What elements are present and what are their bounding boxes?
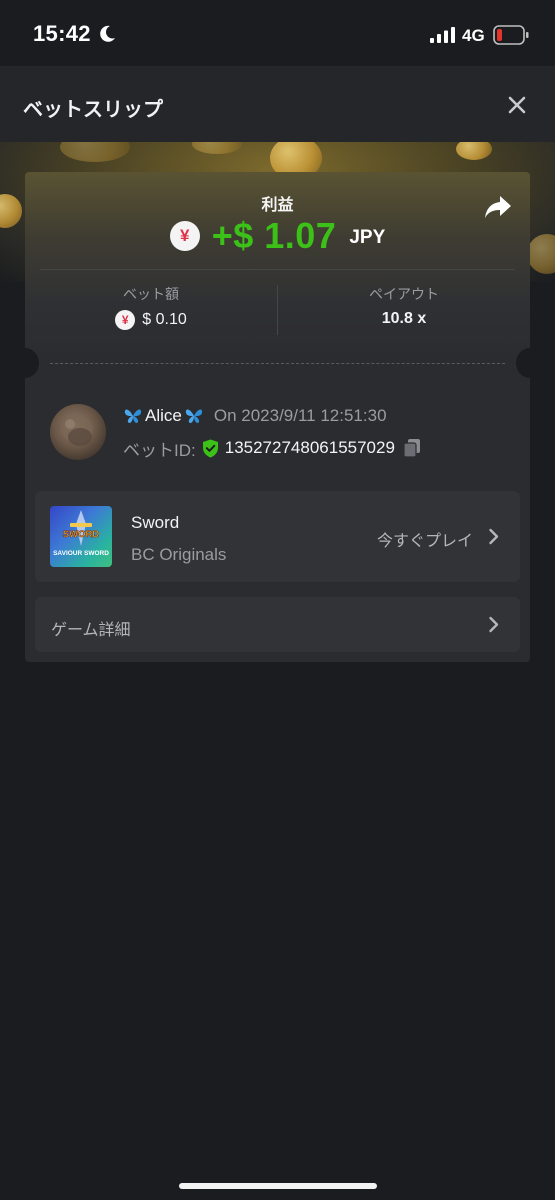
- payout-stat: ペイアウト 10.8 x: [278, 284, 530, 328]
- chevron-right-icon: [489, 616, 499, 633]
- payout-label: ペイアウト: [369, 286, 439, 302]
- yen-icon: ¥: [115, 310, 136, 330]
- dashed-divider: [50, 363, 505, 364]
- close-icon[interactable]: [505, 93, 529, 117]
- profit-amount: +$ 1.07: [211, 215, 337, 256]
- game-thumbnail: SWORD SAVIOUR SWORD: [50, 506, 112, 567]
- bet-slip-card: 利益 ¥ +$ 1.07 JPY ベット額 ¥ $ 0.10 ペイアウト 10.…: [11, 172, 544, 662]
- status-time: 15:42: [33, 21, 91, 46]
- avatar[interactable]: [50, 404, 106, 460]
- bet-amount-label: ベット額: [123, 286, 179, 302]
- yen-icon: ¥: [169, 221, 200, 251]
- butterfly-icon: [124, 409, 142, 423]
- shield-check-icon: [202, 439, 218, 457]
- moon-icon: [100, 25, 115, 42]
- copy-icon[interactable]: [403, 438, 421, 458]
- profit-currency: JPY: [349, 227, 386, 248]
- game-thumb-title: SWORD: [63, 529, 100, 540]
- game-row[interactable]: SWORD SAVIOUR SWORD Sword BC Originals 今…: [35, 491, 520, 582]
- network-label: 4G: [462, 26, 485, 45]
- bet-amount-stat: ベット額 ¥ $ 0.10: [25, 284, 277, 330]
- coin-decoration: [527, 234, 555, 274]
- share-icon[interactable]: [484, 194, 512, 220]
- game-thumb-subtitle: SAVIOUR SWORD: [53, 550, 109, 557]
- ticket-notch: [11, 348, 39, 378]
- avatar-image: [61, 415, 93, 446]
- bet-timestamp: On 2023/9/11 12:51:30: [213, 406, 387, 425]
- coin-decoration: [0, 194, 22, 228]
- status-bar: 15:42 4G: [0, 0, 555, 66]
- profit-row: ¥ +$ 1.07 JPY: [25, 212, 530, 260]
- chevron-right-icon: [489, 528, 499, 545]
- bet-amount-value: $ 0.10: [142, 311, 187, 328]
- play-now-link[interactable]: 今すぐプレイ: [377, 527, 473, 551]
- game-name: Sword: [131, 513, 180, 532]
- butterfly-icon: [185, 409, 202, 423]
- coin-decoration: [60, 142, 130, 162]
- bet-id-line: ベットID: 135272748061557029: [123, 437, 421, 460]
- player-name[interactable]: Alice: [145, 406, 182, 426]
- coin-decoration: [192, 142, 242, 154]
- bet-id-value: 135272748061557029: [224, 438, 395, 457]
- divider: [40, 269, 515, 270]
- game-logo-art: SWORD SAVIOUR SWORD: [53, 510, 109, 557]
- game-details-row[interactable]: ゲーム詳細: [35, 597, 520, 652]
- signal-icon: [430, 27, 455, 43]
- game-provider: BC Originals: [131, 545, 227, 564]
- ticket-notch: [516, 348, 544, 378]
- page-title: ベットスリップ: [23, 99, 163, 121]
- coin-decoration: [456, 142, 492, 160]
- header: ベットスリップ: [0, 66, 555, 142]
- bet-id-label: ベットID:: [123, 440, 196, 460]
- player-line: Alice On 2023/9/11 12:51:30: [123, 405, 387, 427]
- battery-icon: [493, 25, 529, 45]
- game-details-label: ゲーム詳細: [51, 622, 131, 639]
- home-indicator[interactable]: [179, 1183, 377, 1189]
- payout-value: 10.8 x: [381, 310, 427, 327]
